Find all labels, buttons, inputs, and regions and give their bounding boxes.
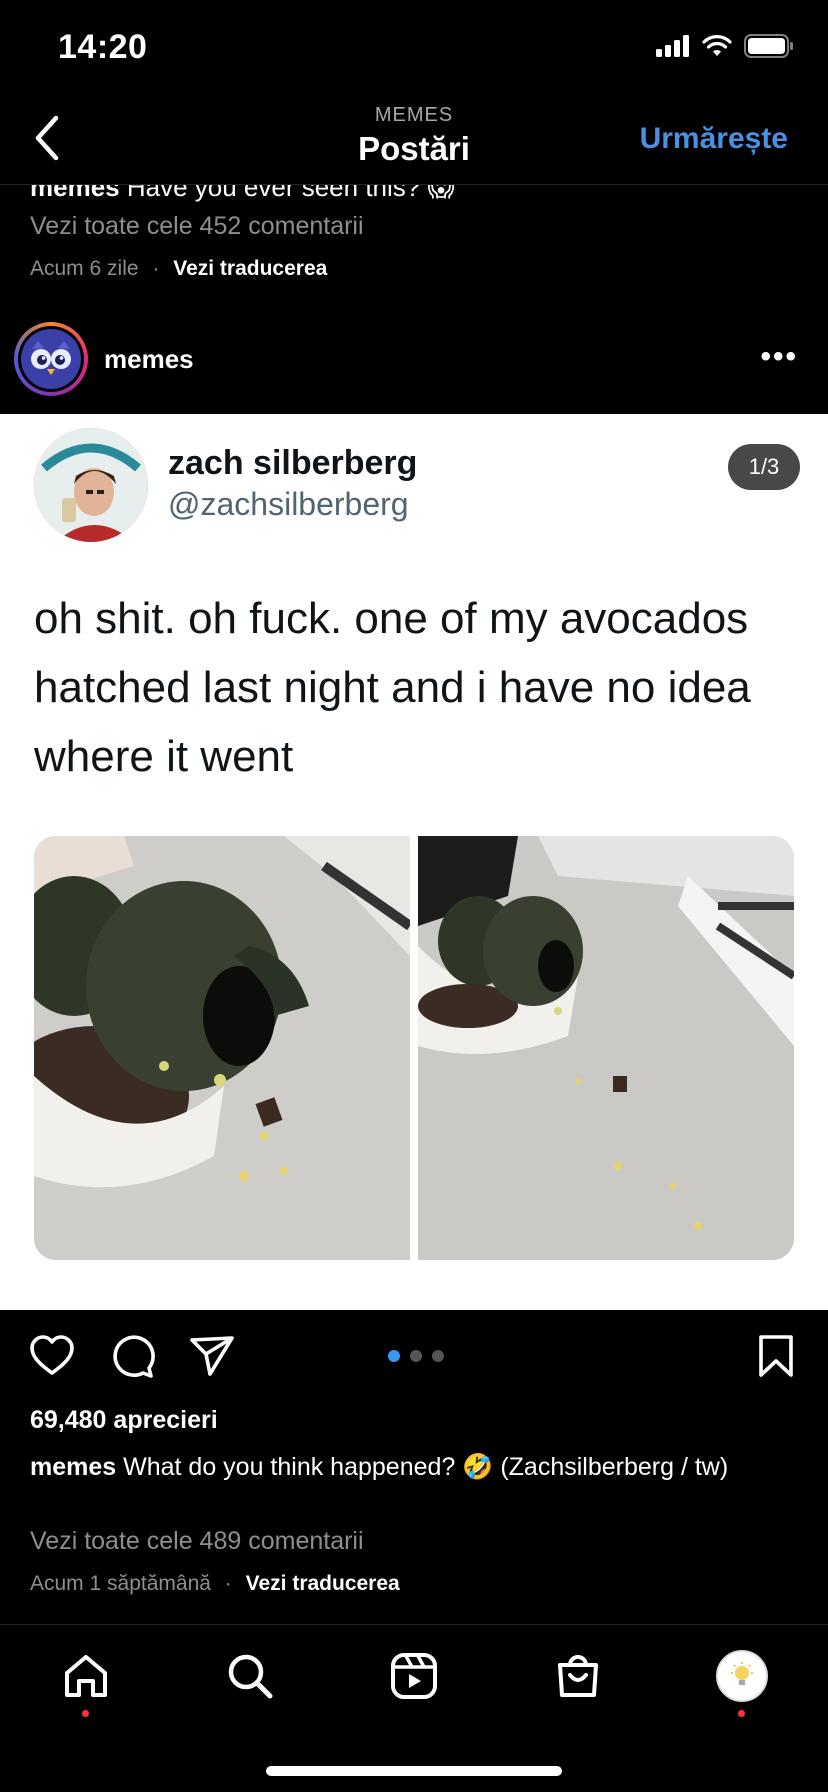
pager-dot (410, 1350, 422, 1362)
caption-text: What do you think happened? 🤣 (Zachsilbe… (123, 1453, 729, 1481)
share-button[interactable] (188, 1332, 236, 1385)
previous-post-caption-row: memes Have you ever seen this? 😱 (0, 185, 828, 203)
previous-post-meta: Acum 6 zile · Vezi traducerea (30, 257, 327, 281)
tab-search[interactable] (222, 1648, 278, 1704)
tweet-photo-2 (418, 836, 794, 1260)
reels-icon (391, 1653, 437, 1699)
tweet-text: oh shit. oh fuck. one of my avocados hat… (34, 594, 751, 781)
status-time: 14:20 (58, 28, 148, 66)
previous-post-translate-link[interactable]: Vezi traducerea (173, 257, 327, 280)
send-icon (190, 1336, 234, 1376)
post-time: Acum 1 săptămână (30, 1572, 211, 1595)
bookmark-icon (759, 1335, 793, 1377)
status-icons (656, 34, 794, 58)
lightbulb-avatar-icon (731, 1662, 753, 1685)
comment-icon (113, 1335, 155, 1378)
meta-separator: · (224, 1572, 232, 1595)
meta-separator: · (152, 257, 160, 280)
home-icon (65, 1655, 107, 1697)
owl-logo-icon (31, 341, 71, 375)
carousel-pager (388, 1350, 444, 1362)
tab-bar-divider (0, 1624, 828, 1625)
profile-notification-dot (738, 1710, 745, 1717)
heart-icon (30, 1335, 74, 1375)
shop-icon (558, 1655, 598, 1697)
profile-avatar (716, 1650, 768, 1702)
avocado-photo-2 (418, 836, 794, 1260)
search-icon (228, 1654, 273, 1699)
previous-post-caption-text: Have you ever seen this? 😱 (126, 185, 455, 202)
post-caption: memes What do you think happened? 🤣 (Zac… (30, 1450, 790, 1484)
tweet-author-handle: @zachsilberberg (168, 486, 409, 522)
pager-dot (432, 1350, 444, 1362)
previous-post-username[interactable]: memes (30, 185, 120, 202)
tweet-avatar-image (34, 428, 148, 542)
likes-count[interactable]: 69,480 aprecieri (30, 1406, 218, 1435)
comment-button[interactable] (108, 1332, 156, 1385)
pager-dot-active (388, 1350, 400, 1362)
previous-post-time: Acum 6 zile (30, 257, 139, 280)
previous-post-comments-link[interactable]: Vezi toate cele 452 comentarii (30, 212, 364, 241)
caption-username[interactable]: memes (30, 1453, 116, 1481)
tab-reels[interactable] (386, 1648, 442, 1704)
avocado-photo-1 (34, 836, 410, 1260)
tweet-photo-1 (34, 836, 410, 1260)
tweet-author-name: zach silberberg (168, 444, 418, 482)
save-button[interactable] (754, 1332, 798, 1385)
media-counter-badge: 1/3 (728, 444, 800, 490)
post-meta: Acum 1 săptămână · Vezi traducerea (30, 1572, 400, 1596)
wifi-icon (702, 35, 732, 56)
more-options-button[interactable]: ••• (760, 340, 798, 374)
home-indicator (266, 1766, 562, 1776)
post-avatar[interactable] (14, 322, 88, 396)
follow-button[interactable]: Urmărește (640, 122, 788, 156)
like-button[interactable] (28, 1332, 76, 1385)
tab-shop[interactable] (550, 1648, 606, 1704)
post-username[interactable]: memes (104, 344, 194, 375)
view-comments-link[interactable]: Vezi toate cele 489 comentarii (30, 1527, 364, 1556)
battery-icon (744, 34, 793, 58)
previous-post-caption: memes Have you ever seen this? 😱 (30, 185, 455, 203)
tab-home[interactable] (58, 1648, 114, 1704)
home-notification-dot (82, 1710, 89, 1717)
cellular-signal-icon (656, 35, 689, 57)
tweet-avatar (34, 428, 148, 542)
translate-link[interactable]: Vezi traducerea (246, 1572, 400, 1595)
tab-profile[interactable] (714, 1648, 770, 1704)
